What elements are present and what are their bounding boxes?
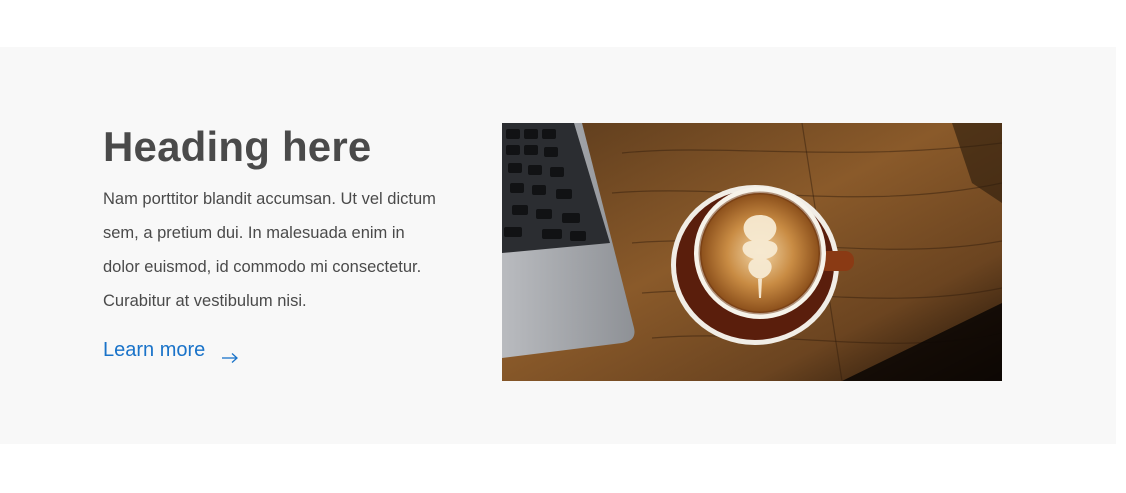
learn-more-label: Learn more (103, 339, 206, 361)
feature-section: Heading here Nam porttitor blandit accum… (0, 47, 1116, 444)
learn-more-link[interactable]: Learn more (103, 336, 239, 364)
arrow-right-icon (221, 344, 239, 363)
feature-heading: Heading here (103, 123, 372, 170)
coffee-photo (502, 123, 1002, 381)
feature-text-column: Heading here Nam porttitor blandit accum… (103, 122, 443, 364)
feature-body: Nam porttitor blandit accumsan. Ut vel d… (103, 190, 436, 310)
